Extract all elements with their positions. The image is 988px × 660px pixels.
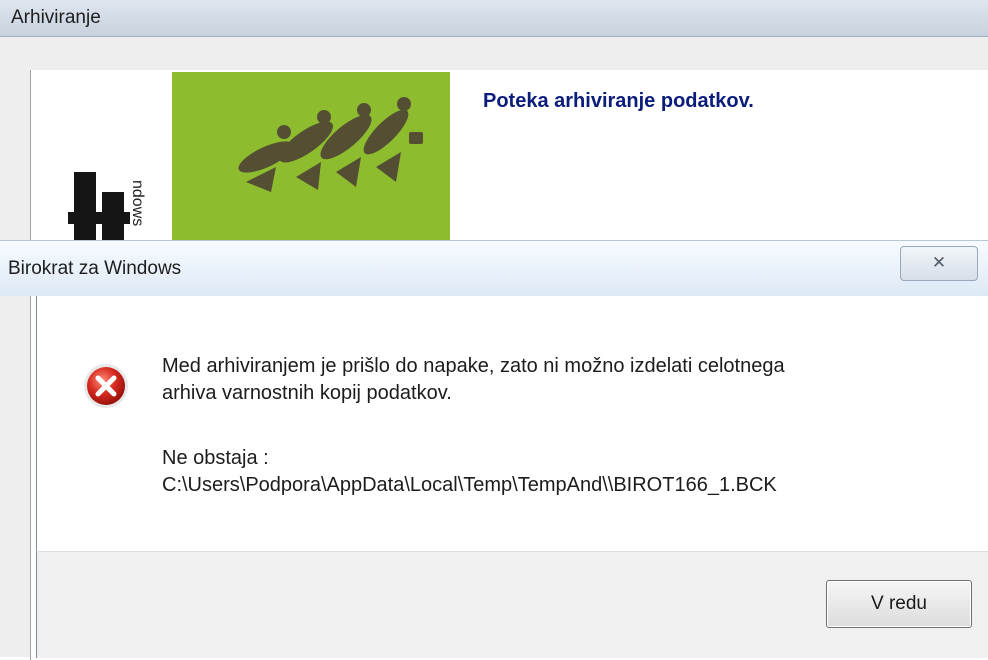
error-detail-label: Ne obstaja : (162, 447, 269, 469)
archiving-window-title: Arhiviranje (11, 7, 101, 28)
logo-vertical-text: ndows (129, 180, 146, 227)
error-detail: Ne obstaja : C:\Users\Podpora\AppData\Lo… (162, 445, 777, 499)
error-icon (84, 364, 128, 408)
dialog-title: Birokrat za Windows (8, 258, 182, 279)
dialog-message-area (36, 296, 988, 551)
archiving-window-titlebar[interactable]: Arhiviranje (0, 0, 988, 37)
error-detail-path: C:\Users\Podpora\AppData\Local\Temp\Temp… (162, 474, 777, 496)
error-message-line1: Med arhiviranjem je prišlo do napake, za… (162, 355, 785, 377)
close-button[interactable]: ✕ (900, 246, 978, 281)
dialog-titlebar[interactable]: Birokrat za Windows ✕ (0, 240, 988, 296)
error-message: Med arhiviranjem je prišlo do napake, za… (162, 353, 952, 407)
ok-button[interactable]: V redu (826, 580, 972, 628)
runners-illustration (238, 97, 423, 192)
archiving-heading: Poteka arhiviranje podatkov. (483, 90, 754, 112)
ok-button-label: V redu (871, 593, 927, 614)
error-message-line2: arhiva varnostnih kopij podatkov. (162, 382, 452, 404)
close-icon: ✕ (931, 253, 947, 273)
birokrat-logo: ndows (34, 72, 450, 282)
